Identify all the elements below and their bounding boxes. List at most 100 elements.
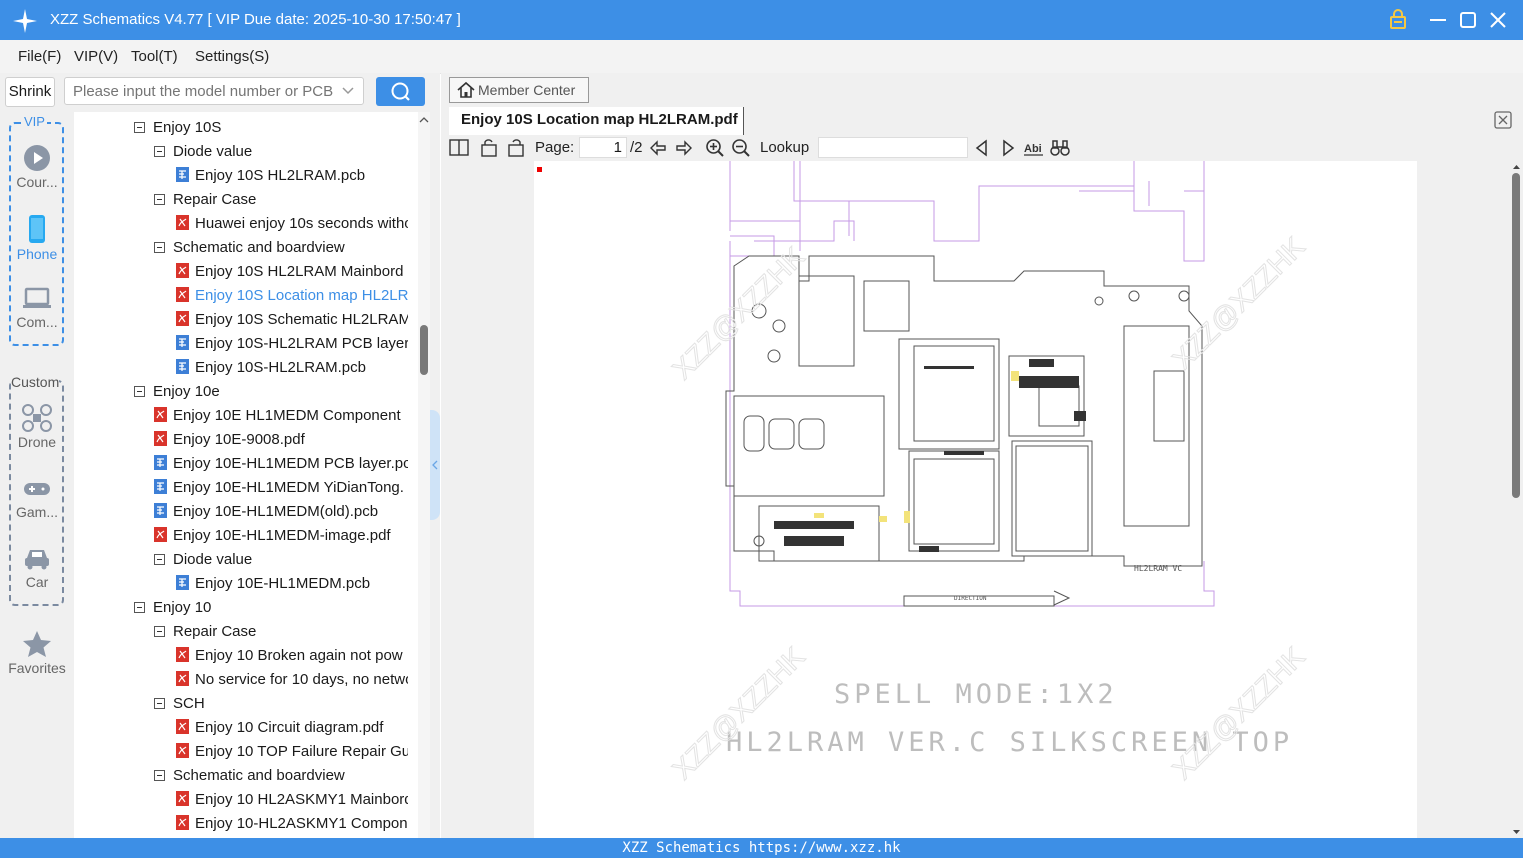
watermark-text: XZZ@XZZHK [666, 641, 811, 786]
tree-file[interactable]: Enjoy 10S HL2LRAM Mainbord [176, 260, 408, 284]
tree-file[interactable]: Enjoy 10E-HL1MEDM YiDianTong. [154, 476, 408, 500]
lookup-input[interactable] [818, 137, 968, 158]
tree-file[interactable]: Enjoy 10 Circuit diagram.pdf [176, 716, 408, 740]
tree-folder[interactable]: Repair Case [154, 188, 408, 212]
tree-item-label: Enjoy 10S HL2LRAM Mainbord [195, 263, 404, 280]
tree-file[interactable]: Enjoy 10-HL2ASKMY1 Compone [176, 812, 408, 836]
pcb-file-icon [154, 455, 167, 470]
collapse-icon[interactable] [154, 770, 165, 781]
sidebar-item-computer[interactable]: Com... [0, 286, 74, 330]
sidebar-item-phone[interactable]: Phone [0, 214, 74, 262]
document-scrollbar[interactable] [1510, 161, 1523, 838]
lock-icon[interactable] [1386, 8, 1410, 32]
match-case-icon[interactable]: Abi [1024, 138, 1044, 158]
tree-item-label: Repair Case [173, 623, 257, 640]
chevron-down-icon[interactable] [340, 83, 356, 99]
tree-file[interactable]: Enjoy 10E HL1MEDM Component [154, 404, 408, 428]
tree-file[interactable]: Enjoy 10 HL2ASKMY1 Mainbord [176, 788, 408, 812]
collapse-icon[interactable] [134, 122, 145, 133]
zoom-in-icon[interactable] [705, 138, 725, 158]
collapse-icon[interactable] [134, 386, 145, 397]
member-center-button[interactable]: Member Center [449, 77, 589, 103]
scroll-up-icon[interactable] [418, 114, 430, 126]
tree-item-label: Enjoy 10 TOP Failure Repair Gui [195, 743, 408, 760]
scroll-up-icon[interactable] [1510, 162, 1523, 172]
lookup-label: Lookup [760, 139, 810, 156]
sidebar-item-favorites[interactable]: Favorites [0, 630, 74, 676]
sidebar-item-car[interactable]: Car [0, 546, 74, 590]
binoculars-icon[interactable] [1050, 138, 1070, 158]
tree-folder[interactable]: Enjoy 10 [134, 596, 408, 620]
collapse-icon[interactable] [154, 554, 165, 565]
tree-folder[interactable]: SCH [154, 692, 408, 716]
rotate-right-icon[interactable] [506, 138, 526, 158]
panel-divider-handle[interactable] [430, 410, 440, 520]
tree-file[interactable]: No service for 10 days, no netwo [176, 668, 408, 692]
tree-item-label: Enjoy 10E-9008.pdf [173, 431, 305, 448]
tree-folder[interactable]: Repair Case [154, 620, 408, 644]
tree-folder[interactable]: Schematic and boardview [154, 236, 408, 260]
search-icon [391, 82, 410, 101]
rotate-left-icon[interactable] [479, 138, 499, 158]
tree-file[interactable]: Enjoy 10S-HL2LRAM.pcb [176, 356, 408, 380]
tab-document[interactable]: Enjoy 10S Location map HL2LRAM.pdf [449, 107, 744, 135]
search-button[interactable] [376, 77, 425, 106]
scroll-down-icon[interactable] [1510, 827, 1523, 837]
tree-file[interactable]: Enjoy 10E-9008.pdf [154, 428, 408, 452]
tree-scrollbar-thumb[interactable] [420, 325, 428, 375]
tree-file[interactable]: Enjoy 10S Schematic HL2LRAM. [176, 308, 408, 332]
tree-file[interactable]: Enjoy 10E-HL1MEDM-image.pdf [154, 524, 408, 548]
tree-item-label: Schematic and boardview [173, 767, 345, 784]
pcb-file-icon [176, 167, 189, 182]
page-number-input[interactable]: 1 [579, 137, 627, 158]
arrow-right-icon[interactable] [674, 138, 694, 158]
tree-scrollbar[interactable] [418, 112, 430, 838]
tree-folder[interactable]: Diode value [154, 548, 408, 572]
tree-folder[interactable]: Diode value [154, 140, 408, 164]
find-next-icon[interactable] [998, 138, 1018, 158]
shrink-button[interactable]: Shrink [5, 77, 55, 107]
minimize-icon[interactable] [1426, 8, 1450, 32]
tree-file[interactable]: Enjoy 10S-HL2LRAM PCB layer.p [176, 332, 408, 356]
tree-file[interactable]: Enjoy 10 Broken again not pow [176, 644, 408, 668]
tree-file[interactable]: Enjoy 10E-HL1MEDM.pcb [176, 572, 408, 596]
sidebar-item-courses[interactable]: Cour... [0, 144, 74, 190]
collapse-icon[interactable] [154, 242, 165, 253]
star-icon [23, 631, 51, 657]
tree-item-label: Huawei enjoy 10s seconds witho [195, 215, 408, 232]
sidebar-item-label: Drone [17, 434, 57, 450]
tree-item-label: Enjoy 10E-HL1MEDM YiDianTong. [173, 479, 404, 496]
collapse-icon[interactable] [154, 194, 165, 205]
tree-item-label: Enjoy 10-HL2ASKMY1 Compone [195, 815, 408, 832]
search-input[interactable] [64, 77, 364, 105]
maximize-icon[interactable] [1456, 8, 1480, 32]
find-previous-icon[interactable] [972, 138, 992, 158]
tree-folder[interactable]: Schematic and boardview [154, 764, 408, 788]
collapse-icon[interactable] [154, 626, 165, 637]
tree-file[interactable]: Enjoy 10E-HL1MEDM(old).pcb [154, 500, 408, 524]
collapse-icon[interactable] [154, 698, 165, 709]
document-scrollbar-thumb[interactable] [1512, 173, 1520, 498]
collapse-icon[interactable] [154, 146, 165, 157]
zoom-out-icon[interactable] [731, 138, 751, 158]
tree-file[interactable]: Enjoy 10S Location map HL2LRA [176, 284, 408, 308]
menu-settings[interactable]: Settings(S) [195, 48, 269, 65]
watermark-text: XZZ@XZZHK [1166, 641, 1311, 786]
menu-vip[interactable]: VIP(V) [74, 48, 118, 65]
tree-file[interactable]: Enjoy 10E-HL1MEDM PCB layer.pc [154, 452, 408, 476]
arrow-left-icon[interactable] [648, 138, 668, 158]
close-tab-icon[interactable] [1493, 110, 1513, 130]
sidebar-item-gaming[interactable]: Gam... [0, 476, 74, 520]
tree-folder[interactable]: Enjoy 10e [134, 380, 408, 404]
menu-tool[interactable]: Tool(T) [131, 48, 178, 65]
tree-file[interactable]: Enjoy 10S HL2LRAM.pcb [176, 164, 408, 188]
menu-file[interactable]: File(F) [18, 48, 61, 65]
tree-file[interactable]: Huawei enjoy 10s seconds witho [176, 212, 408, 236]
tree-folder[interactable]: Enjoy 10S [134, 116, 408, 140]
collapse-icon[interactable] [134, 602, 145, 613]
tree-file[interactable]: Enjoy 10 TOP Failure Repair Gui [176, 740, 408, 764]
sidebar-toggle-icon[interactable] [449, 138, 469, 158]
vip-group-label: VIP [22, 114, 47, 129]
close-icon[interactable] [1486, 8, 1510, 32]
sidebar-item-drone[interactable]: Drone [0, 404, 74, 450]
